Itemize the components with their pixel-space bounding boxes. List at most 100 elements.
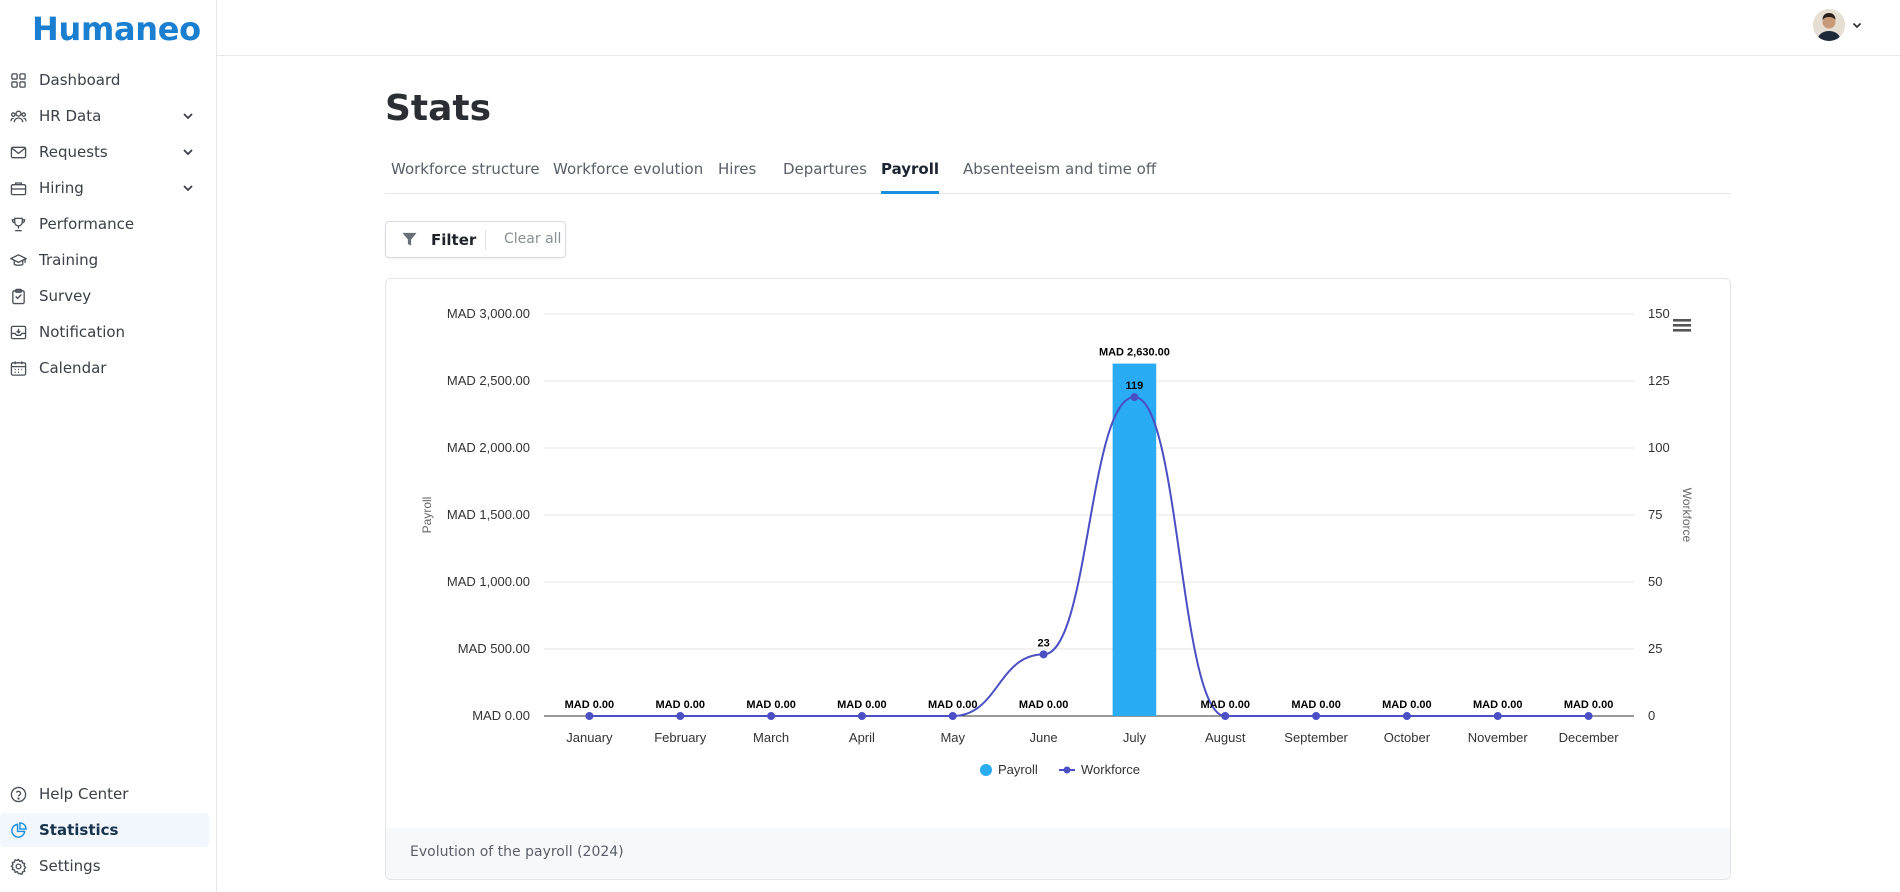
y-tick-label: MAD 3,000.00 (447, 306, 530, 321)
point-data-label: 119 (1126, 380, 1144, 392)
x-tick-label: April (849, 730, 875, 745)
sidebar-item-label: Dashboard (39, 71, 121, 89)
legend-label: Workforce (1081, 762, 1140, 777)
page-title: Stats (385, 88, 492, 129)
chevron-down-icon (183, 185, 193, 192)
tab-absenteeism[interactable]: Absenteeism and time off (963, 160, 1156, 194)
x-tick-label: March (753, 730, 789, 745)
clear-all-button[interactable]: Clear all (504, 231, 561, 247)
line-point[interactable] (948, 712, 957, 720)
y-axis-title: Payroll (420, 497, 434, 534)
point-data-label: 23 (1037, 637, 1049, 649)
sidebar-item-performance[interactable]: Performance (0, 207, 209, 241)
line-point[interactable] (857, 712, 866, 720)
x-tick-label: May (940, 730, 965, 745)
bar-data-label: MAD 0.00 (1382, 699, 1432, 711)
workforce-line (589, 396, 1589, 718)
sidebar-item-survey[interactable]: Survey (0, 279, 209, 313)
sidebar-item-requests[interactable]: Requests (0, 135, 209, 169)
bar[interactable] (1112, 363, 1157, 716)
sidebar-item-training[interactable]: Training (0, 243, 209, 277)
filter-button[interactable]: Filter (386, 222, 486, 257)
chart-caption-bar: Evolution of the payroll (2024) (386, 828, 1730, 879)
x-tick-label: February (654, 730, 707, 745)
y2-tick-label: 75 (1648, 507, 1662, 522)
sidebar-item-label: Settings (39, 857, 101, 875)
legend-label: Payroll (998, 762, 1038, 777)
legend-marker (1063, 766, 1071, 774)
x-tick-label: December (1559, 730, 1620, 745)
x-tick-label: July (1123, 730, 1147, 745)
tab-workforce-structure[interactable]: Workforce structure (391, 160, 540, 194)
legend-item-payroll[interactable]: Payroll (980, 762, 1038, 777)
briefcase-icon (10, 181, 27, 195)
sidebar-item-label: Performance (39, 215, 135, 233)
filter-label: Filter (431, 231, 477, 249)
mail-icon (10, 146, 27, 158)
sidebar-item-hiring[interactable]: Hiring (0, 171, 209, 205)
y2-tick-label: 100 (1648, 440, 1670, 455)
legend-item-workforce[interactable]: Workforce (1059, 762, 1140, 777)
tab-workforce-evolution[interactable]: Workforce evolution (553, 160, 703, 194)
y2-tick-label: 125 (1648, 373, 1670, 388)
chevron-down-icon[interactable] (1851, 19, 1863, 31)
sidebar-item-notification[interactable]: Notification (0, 315, 209, 349)
y-tick-label: MAD 1,500.00 (447, 507, 530, 522)
line-point[interactable] (767, 712, 776, 720)
tab-departures[interactable]: Departures (783, 160, 867, 194)
line-point[interactable] (1221, 712, 1230, 720)
line-point[interactable] (585, 712, 594, 720)
line-point[interactable] (1402, 712, 1411, 720)
filter-bar: Filter Clear all (385, 221, 566, 258)
payroll-chart: MAD 0.00 MAD 0.00 MAD 0.00 MAD 0.00 MAD 0.00… (420, 306, 1694, 777)
y-tick-label: MAD 2,000.00 (447, 440, 530, 455)
help-circle-icon (10, 786, 27, 802)
stats-tabs: Workforce structure Workforce evolution … (385, 150, 1731, 194)
users-icon (10, 110, 27, 122)
x-tick-label: September (1284, 730, 1348, 745)
line-point[interactable] (676, 712, 685, 720)
gear-icon (10, 857, 27, 875)
sidebar-item-label: Calendar (39, 359, 107, 377)
sidebar-item-help-center[interactable]: Help Center (0, 777, 209, 811)
line-point[interactable] (1584, 712, 1593, 720)
sidebar-item-label: Training (39, 251, 99, 269)
line-point[interactable] (1039, 650, 1048, 659)
chart-menu-icon[interactable] (1673, 319, 1691, 332)
bar-data-label: MAD 0.00 (1200, 699, 1250, 711)
bar-data-label: MAD 0.00 (655, 699, 705, 711)
grid-icon (11, 72, 26, 88)
sidebar: Humaneo Dashboard HR Data Requests Hirin… (0, 0, 217, 892)
chevron-down-icon (183, 149, 193, 156)
sidebar-item-label: Hiring (39, 179, 84, 197)
inbox-icon (10, 325, 27, 339)
user-avatar[interactable] (1813, 9, 1845, 41)
chevron-down-icon (183, 113, 193, 120)
calendar-icon (10, 360, 27, 376)
funnel-icon (402, 232, 417, 246)
bar-data-label: MAD 2,630.00 (1099, 347, 1170, 359)
sidebar-item-hr-data[interactable]: HR Data (0, 99, 209, 133)
sidebar-item-dashboard[interactable]: Dashboard (0, 63, 209, 97)
y2-tick-label: 150 (1648, 306, 1670, 321)
line-point[interactable] (1130, 393, 1139, 402)
sidebar-item-settings[interactable]: Settings (0, 849, 209, 883)
bar-data-label: MAD 0.00 (1019, 699, 1069, 711)
y2-tick-label: 25 (1648, 641, 1662, 656)
divider (485, 230, 486, 250)
line-point[interactable] (1493, 712, 1502, 720)
avatar-image (1813, 9, 1845, 41)
tab-hires[interactable]: Hires (718, 160, 756, 194)
tab-payroll[interactable]: Payroll (881, 160, 940, 194)
x-tick-label: August (1205, 730, 1246, 745)
bar-data-label: MAD 0.00 (1564, 699, 1614, 711)
y-tick-label: MAD 2,500.00 (447, 373, 530, 388)
line-point[interactable] (1312, 712, 1321, 720)
sidebar-item-label: HR Data (39, 107, 102, 125)
y2-tick-label: 50 (1648, 574, 1662, 589)
payroll-chart-card: MAD 0.00 MAD 0.00 MAD 0.00 MAD 0.00 MAD 0.00… (385, 278, 1731, 880)
sidebar-item-calendar[interactable]: Calendar (0, 351, 209, 385)
sidebar-item-label: Requests (39, 143, 108, 161)
app-logo[interactable]: Humaneo (32, 10, 201, 48)
sidebar-item-statistics[interactable]: Statistics (0, 813, 209, 847)
